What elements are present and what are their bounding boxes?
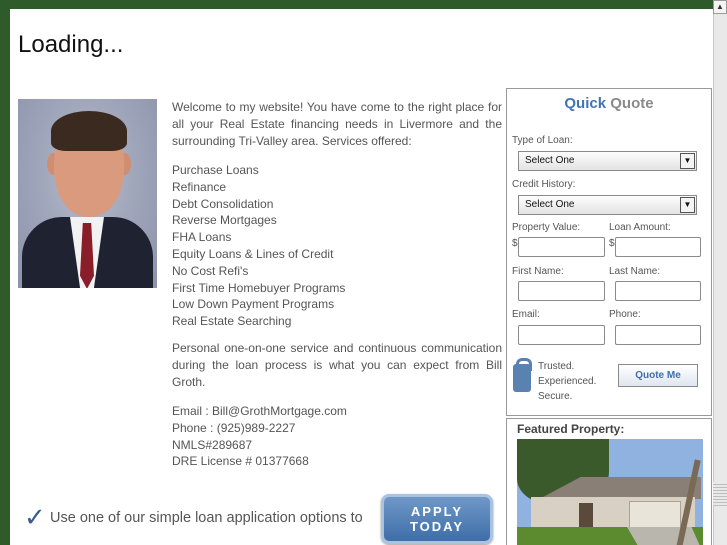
service-item: Refinance	[172, 179, 227, 194]
featured-property-title: Featured Property:	[517, 422, 625, 436]
trust-line: Experienced.	[538, 376, 597, 387]
checkmark-icon: ✓	[24, 502, 46, 532]
property-value-input[interactable]	[518, 237, 605, 257]
quote-me-button[interactable]: Quote Me	[618, 364, 698, 387]
featured-property-photo[interactable]	[517, 439, 703, 545]
service-item: Purchase Loans	[172, 163, 259, 177]
last-name-label: Last Name:	[609, 266, 661, 277]
cta-text: Use one of our simple loan application o…	[50, 510, 363, 526]
contact-dre-license: DRE License # 01377668	[172, 454, 309, 469]
loan-amount-label: Loan Amount:	[609, 222, 671, 233]
service-item: First Time Homebuyer Programs	[172, 280, 346, 295]
first-name-input[interactable]	[518, 281, 605, 301]
quick-quote-panel: Quick Quote Type of Loan: Select One ▼ C…	[506, 88, 712, 416]
welcome-text: Welcome to my website! You have come to …	[172, 100, 502, 148]
page-content: Loading... Welcome to my website! You ha…	[10, 9, 713, 545]
personal-service-text: Personal one-on-one service and continuo…	[172, 341, 502, 389]
contact-phone: Phone : (925)989-2227	[172, 420, 296, 435]
property-value-currency: $	[512, 238, 518, 249]
phone-input[interactable]	[615, 325, 701, 345]
service-item: Equity Loans & Lines of Credit	[172, 246, 334, 261]
email-label: Email:	[512, 309, 540, 320]
service-item: No Cost Refi's	[172, 263, 249, 278]
scroll-grip[interactable]	[713, 482, 727, 506]
quick-quote-title-quote: Quote	[610, 95, 654, 112]
contact-email[interactable]: Email : Bill@GrothMortgage.com	[172, 403, 347, 420]
type-of-loan-value: Select One	[525, 155, 575, 166]
property-value-label: Property Value:	[512, 222, 581, 233]
loading-heading: Loading...	[18, 31, 124, 58]
quick-quote-title-quick: Quick	[564, 95, 607, 112]
scroll-up-arrow-icon[interactable]: ▲	[713, 0, 727, 14]
quick-quote-title: Quick Quote	[507, 95, 711, 112]
services-list: Purchase Loans Refinance Debt Consolidat…	[172, 162, 345, 330]
credit-history-label: Credit History:	[512, 179, 576, 190]
trust-line: Secure.	[538, 391, 573, 402]
credit-history-select[interactable]: Select One ▼	[518, 195, 697, 215]
contact-block: Email : Bill@GrothMortgage.com Phone : (…	[172, 403, 347, 470]
contact-nmls: NMLS#289687	[172, 437, 253, 452]
featured-property-panel: Featured Property:	[506, 418, 712, 545]
first-name-label: First Name:	[512, 266, 564, 277]
loan-amount-input[interactable]	[615, 237, 701, 257]
last-name-input[interactable]	[615, 281, 701, 301]
apply-today-button[interactable]: APPLY TODAY	[381, 494, 493, 544]
email-input[interactable]	[518, 325, 605, 345]
trust-line: Trusted.	[538, 361, 575, 372]
lock-icon	[513, 358, 532, 392]
loan-amount-currency: $	[609, 238, 615, 249]
agent-photo	[18, 99, 157, 288]
chevron-down-icon[interactable]: ▼	[680, 197, 695, 213]
phone-label: Phone:	[609, 309, 641, 320]
type-of-loan-label: Type of Loan:	[512, 135, 573, 146]
service-item: FHA Loans	[172, 230, 232, 245]
chevron-down-icon[interactable]: ▼	[680, 153, 695, 169]
vertical-scrollbar[interactable]: ▲	[713, 0, 727, 545]
today-label: TODAY	[409, 519, 465, 534]
trust-text: Trusted. Experienced. Secure.	[538, 359, 596, 404]
apply-label: APPLY	[410, 504, 464, 519]
credit-history-value: Select One	[525, 199, 575, 210]
service-item: Debt Consolidation	[172, 196, 274, 211]
service-item: Low Down Payment Programs	[172, 297, 335, 312]
service-item: Reverse Mortgages	[172, 213, 277, 228]
service-item: Real Estate Searching	[172, 314, 292, 329]
type-of-loan-select[interactable]: Select One ▼	[518, 151, 697, 171]
